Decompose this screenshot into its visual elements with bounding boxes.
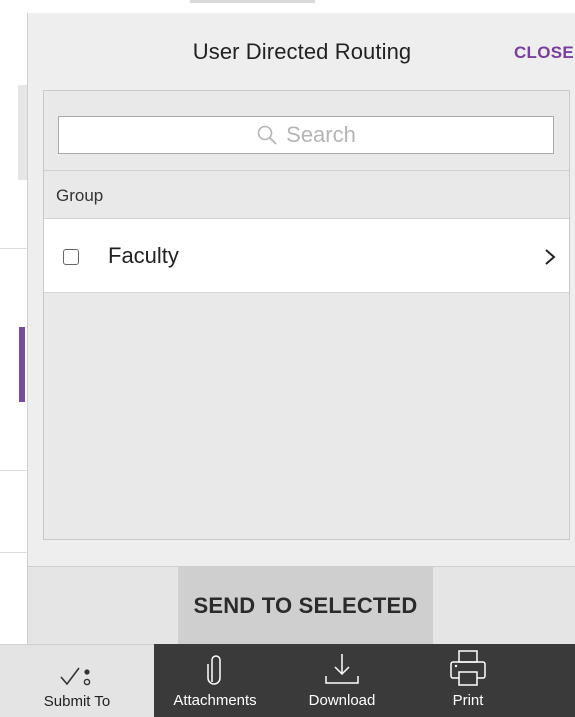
- chevron-right-icon: [545, 249, 556, 265]
- routing-dialog: User Directed Routing CLOSE Search Group…: [27, 13, 575, 644]
- search-placeholder: Search: [286, 122, 356, 147]
- checkmark-dots-icon: [60, 667, 91, 686]
- bottom-toolbar: Submit To Attachments Download Print: [0, 644, 575, 717]
- routing-list-panel: Search Group Faculty: [43, 90, 570, 540]
- paperclip-icon: [207, 655, 221, 685]
- close-button[interactable]: CLOSE: [514, 43, 574, 63]
- background-accent-bar: [19, 327, 25, 402]
- dialog-header: User Directed Routing CLOSE: [28, 13, 575, 90]
- background-divider: [0, 470, 28, 471]
- background-divider: [0, 248, 28, 249]
- background-divider: [0, 552, 28, 553]
- group-header-label: Group: [56, 186, 104, 205]
- list-item-faculty[interactable]: Faculty: [44, 219, 569, 293]
- download-button[interactable]: Download: [282, 644, 402, 717]
- search-area: Search: [44, 91, 569, 171]
- printer-icon: [450, 650, 486, 686]
- search-input[interactable]: Search: [58, 116, 554, 154]
- toolbar-label: Print: [452, 692, 484, 709]
- dialog-footer: SEND TO SELECTED: [28, 566, 575, 644]
- dialog-title: User Directed Routing: [192, 39, 412, 64]
- toolbar-label: Attachments: [173, 692, 257, 709]
- search-icon: [257, 125, 277, 145]
- send-to-selected-button[interactable]: SEND TO SELECTED: [178, 567, 433, 644]
- list-item-label: Faculty: [108, 243, 179, 268]
- print-button[interactable]: Print: [408, 644, 528, 717]
- submit-to-button[interactable]: Submit To: [0, 644, 154, 717]
- group-section-header: Group: [44, 171, 569, 219]
- faculty-checkbox[interactable]: [63, 249, 79, 265]
- download-icon: [325, 654, 359, 684]
- background-divider: [190, 0, 315, 3]
- attachments-button[interactable]: Attachments: [155, 644, 275, 717]
- toolbar-label: Download: [308, 692, 376, 709]
- toolbar-label: Submit To: [43, 693, 111, 710]
